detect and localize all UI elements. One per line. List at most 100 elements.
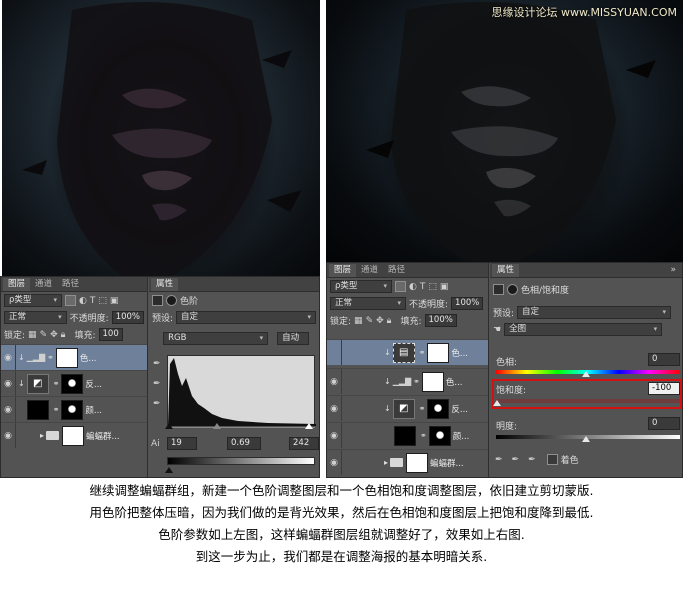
layer-name[interactable]: 颜... [85,404,102,416]
visibility-eye-icon[interactable]: ◉ [1,405,15,415]
lightness-slider-knob[interactable] [582,436,590,442]
layer-mask-thumbnail[interactable] [55,347,78,368]
layer-name[interactable]: 色... [446,376,463,388]
lock-paint-icon[interactable]: ✎ [40,330,48,340]
kind-filter-select-left[interactable]: ρ类型 ▾ [4,294,62,307]
tab-layers-right[interactable]: 图层 [329,264,357,277]
eyedropper-plus-icon[interactable]: ✒ [512,455,520,465]
layer-name[interactable]: 颜... [453,430,470,442]
chain-link-icon[interactable]: ⚭ [53,405,60,414]
lock-transparent-icon[interactable]: ▦ [28,330,37,340]
opacity-input-left[interactable]: 100% [111,311,144,324]
kind-filter-select-right[interactable]: ρ类型 ▾ [330,280,392,293]
eyedropper-minus-icon[interactable]: ✒ [528,455,536,465]
layer-row[interactable]: ◉ ↓ ▁▂▇ ⚭ 色... [327,368,488,394]
layer-name[interactable]: 反... [85,378,102,390]
layer-name[interactable]: 反... [451,403,468,415]
opacity-input-right[interactable]: 100% [451,297,484,310]
preset-select-left[interactable]: 自定 ▾ [176,311,316,324]
chain-link-icon[interactable]: ⚭ [413,377,420,386]
saturation-input[interactable]: -100 [648,382,680,395]
blend-mode-select-left[interactable]: 正常 ▾ [4,311,67,324]
layer-row[interactable]: ◉ ↓ ▤ ⚭ 色... [327,339,488,365]
group-mask-thumbnail[interactable] [406,452,429,473]
auto-button[interactable]: 自动 [277,332,310,345]
visibility-eye-icon[interactable]: ◉ [327,377,341,387]
layer-row[interactable]: ◉ ↓ ⚭ 颜... [1,396,147,422]
lock-move-icon[interactable]: ✥ [50,330,58,340]
tab-paths-right[interactable]: 路径 [383,264,410,277]
chain-link-icon[interactable]: ⚭ [419,404,426,413]
adjust-filter-icon[interactable]: ◐ [409,282,417,292]
layer-name[interactable]: 蝙蝠群... [430,457,464,469]
range-select-right[interactable]: 全图 ▾ [504,323,663,336]
mask-icon[interactable] [507,283,518,295]
tab-layers-left[interactable]: 图层 [3,278,31,291]
lightness-input[interactable]: 0 [648,417,680,430]
layer-mask-thumbnail[interactable] [61,399,84,420]
lock-move-icon[interactable]: ✥ [376,316,384,326]
shape-filter-icon[interactable]: ⬚ [428,282,437,292]
visibility-eye-icon[interactable]: ◉ [327,431,341,441]
colorize-checkbox[interactable] [546,454,558,465]
visibility-eye-icon[interactable]: ◉ [1,431,15,441]
tab-paths-left[interactable]: 路径 [57,278,84,291]
saturation-slider-knob[interactable] [493,400,501,406]
black-point-knob[interactable] [165,423,173,429]
layer-name[interactable]: 色... [80,352,97,364]
layer-mask-thumbnail[interactable] [421,371,444,392]
visibility-eye-icon[interactable]: ◉ [1,379,15,389]
smart-filter-icon[interactable]: ▣ [440,282,449,292]
tab-properties-left[interactable]: 属性 [151,278,179,291]
chain-link-icon[interactable]: ⚭ [419,348,426,357]
visibility-eye-icon[interactable]: ◉ [327,404,341,414]
chain-link-icon[interactable]: ⚭ [420,431,427,440]
lock-all-icon[interactable]: 🔒︎ [61,330,66,340]
expand-arrow-icon[interactable]: ▸ [384,458,388,467]
layer-mask-thumbnail[interactable] [427,398,450,419]
image-filter-icon[interactable] [395,281,406,292]
hue-input[interactable]: 0 [648,353,680,366]
group-mask-thumbnail[interactable] [62,425,85,446]
tab-channels-left[interactable]: 通道 [30,278,57,291]
chain-link-icon[interactable]: ⚭ [47,353,54,362]
layer-row[interactable]: ◉ ↓ ▁▂▇ ⚭ 色... [1,344,147,370]
visibility-eye-icon[interactable]: ◉ [327,458,341,468]
hue-saturation-adjustment-icon[interactable]: ▤ [392,342,415,363]
input-gamma-value[interactable]: 0.69 [227,437,261,450]
input-black-value[interactable]: 19 [167,437,197,450]
image-filter-icon[interactable] [65,295,76,306]
eyedropper-black-icon[interactable]: ✒ [153,359,161,369]
mask-icon[interactable] [166,295,177,306]
expand-arrow-icon[interactable]: ▸ [40,431,44,440]
blend-mode-select-right[interactable]: 正常 ▾ [330,297,406,310]
hue-slider-knob[interactable] [582,371,590,377]
preset-select-right[interactable]: 自定 ▾ [517,306,672,319]
type-filter-icon[interactable]: T [90,296,96,306]
layer-name[interactable]: 蝙蝠群... [86,430,120,442]
layer-row[interactable]: ◉ ↓ ◩ ⚭ 反... [327,395,488,421]
visibility-eye-icon[interactable]: ◉ [1,353,15,363]
fill-input-right[interactable]: 100% [424,314,457,327]
input-white-value[interactable]: 242 [289,437,319,450]
gamma-knob[interactable] [213,423,221,429]
type-filter-icon[interactable]: T [420,282,426,292]
eyedropper-gray-icon[interactable]: ✒ [153,379,161,389]
tab-channels-right[interactable]: 通道 [356,264,383,277]
layer-mask-thumbnail[interactable] [61,373,84,394]
hand-tool-icon[interactable]: ☚ [493,325,501,335]
layer-thumbnail[interactable] [394,425,416,446]
adjust-filter-icon[interactable]: ◐ [79,296,87,306]
fill-input-left[interactable]: 100 [98,328,123,341]
adjustment-thumbnail[interactable]: ◩ [26,373,49,394]
tab-properties-right[interactable]: 属性 [492,264,520,277]
eyedropper-icon[interactable]: ✒ [495,455,503,465]
layer-row[interactable]: ◉ ▸ 蝙蝠群... [1,422,147,448]
lock-paint-icon[interactable]: ✎ [366,316,374,326]
layer-name[interactable]: 色... [451,347,468,359]
lock-transparent-icon[interactable]: ▦ [354,316,363,326]
layer-mask-thumbnail[interactable] [428,425,451,446]
smart-filter-icon[interactable]: ▣ [110,296,119,306]
channel-select-left[interactable]: RGB ▾ [163,332,269,345]
lock-all-icon[interactable]: 🔒︎ [387,316,392,326]
